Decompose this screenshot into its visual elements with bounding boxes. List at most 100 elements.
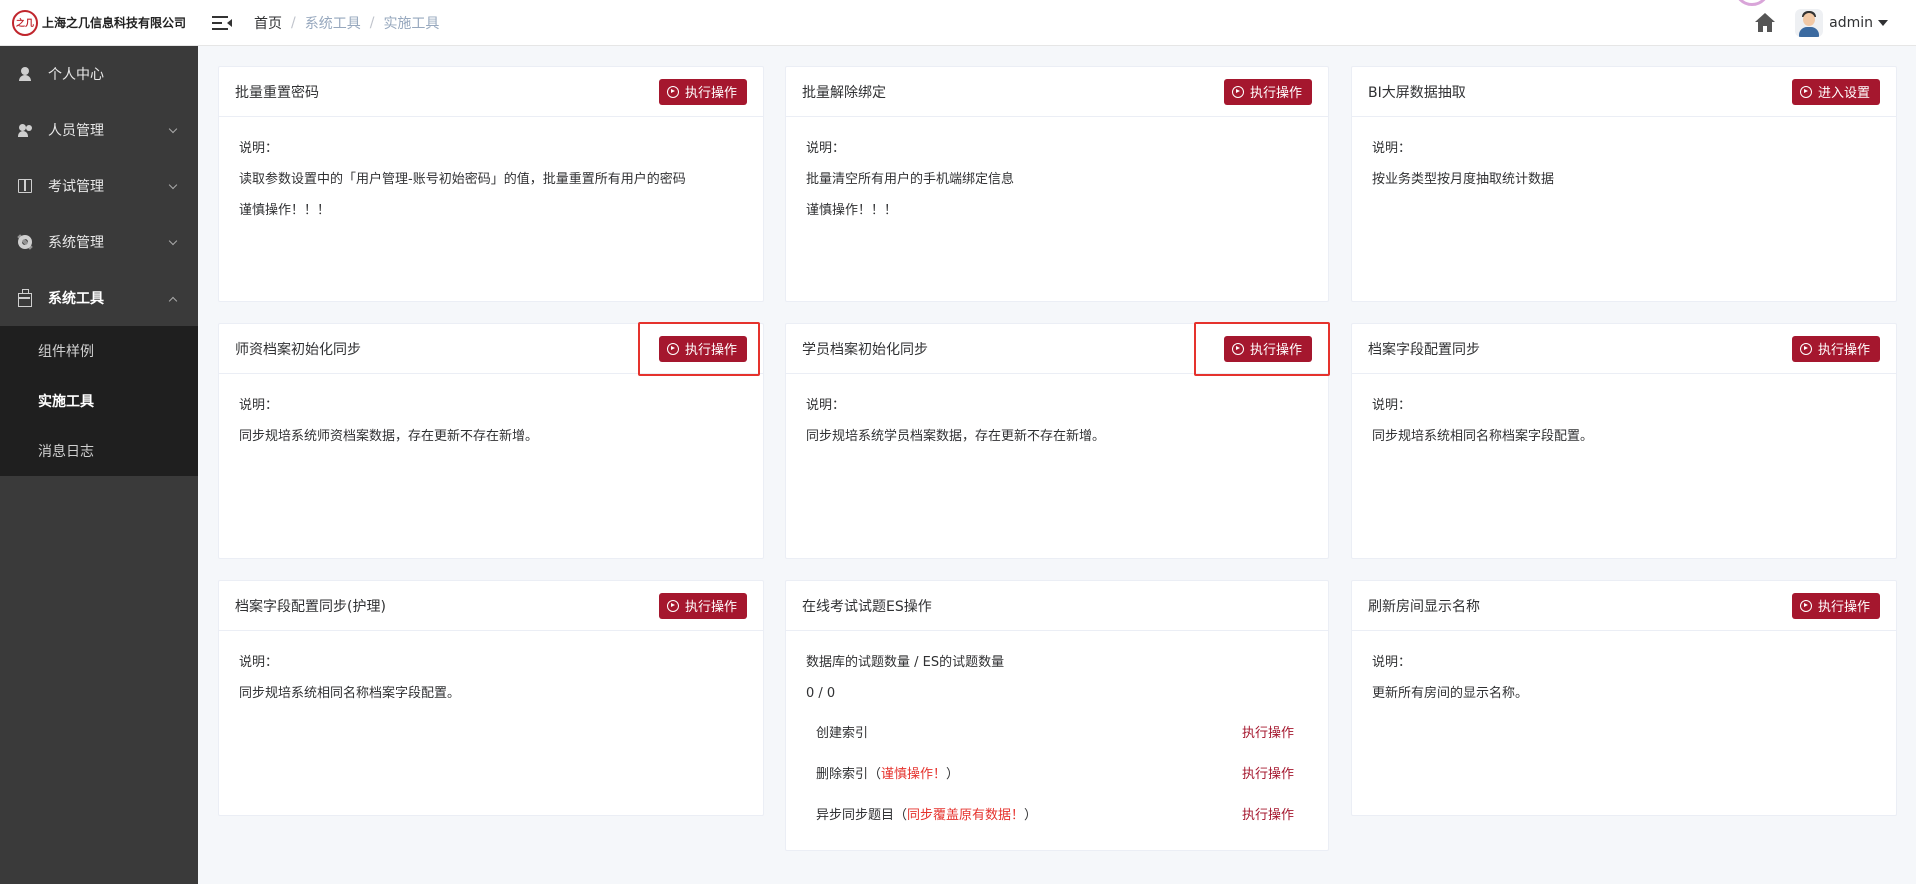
es-label-text: 异步同步题目 — [816, 808, 895, 823]
play-circle-icon — [1231, 85, 1244, 98]
paren-close: ） — [1024, 808, 1038, 823]
sidebar-subitem-implementation-tools[interactable]: 实施工具 — [0, 376, 198, 426]
execute-button[interactable]: 执行操作 — [1791, 335, 1880, 362]
play-circle-icon — [1799, 342, 1812, 355]
paren-open: （ — [868, 767, 882, 782]
execute-link[interactable]: 执行操作 — [1242, 763, 1294, 782]
submenu-system-tools: 组件样例 实施工具 消息日志 — [0, 326, 198, 476]
execute-button[interactable]: 执行操作 — [658, 78, 747, 105]
sidebar-item-label: 个人中心 — [48, 67, 104, 83]
description-label: 说明： — [239, 655, 279, 670]
card-title: 档案字段配置同步(护理) — [235, 598, 386, 615]
description-text: 读取参数设置中的「用户管理-账号初始密码」的值，批量重置所有用户的密码 — [239, 172, 686, 187]
card-unbind: 批量解除绑定 执行操作 说明： 批量清空所有用户的手机端绑定信息 谨慎操作！！！ — [785, 66, 1329, 302]
button-label: 执行操作 — [1817, 600, 1870, 615]
card-header: 批量重置密码 执行操作 — [219, 67, 763, 117]
toolbox-icon — [18, 289, 32, 307]
button-label: 执行操作 — [684, 600, 737, 615]
card-header: 批量解除绑定 执行操作 — [786, 67, 1328, 117]
description-label: 说明： — [1372, 655, 1412, 670]
es-row-create-index: 创建索引 执行操作 — [806, 711, 1308, 752]
sidebar-item-personnel[interactable]: 人员管理 — [0, 102, 198, 158]
description-label: 说明： — [806, 141, 846, 156]
button-label: 执行操作 — [1249, 86, 1302, 101]
card-body: 说明： 按业务类型按月度抽取统计数据 — [1352, 117, 1896, 211]
card-body: 说明： 同步规培系统相同名称档案字段配置。 — [219, 631, 763, 725]
button-label: 进入设置 — [1817, 86, 1870, 101]
top-header: 之几 上海之几信息科技有限公司 首页 / 系统工具 / 实施工具 admin — [0, 0, 1916, 46]
play-circle-icon — [666, 342, 679, 355]
es-operations-list: 创建索引 执行操作 删除索引（谨慎操作！） 执行操作 异步同步题目（同步覆盖原有… — [806, 711, 1308, 834]
menu-toggle-icon[interactable] — [212, 14, 232, 32]
es-row-async-sync: 异步同步题目（同步覆盖原有数据！） 执行操作 — [806, 793, 1308, 834]
description-label: 说明： — [1372, 398, 1412, 413]
description-label: 说明： — [806, 398, 846, 413]
warning-text: 谨慎操作！！！ — [806, 203, 898, 218]
button-label: 执行操作 — [1249, 343, 1302, 358]
breadcrumb-home[interactable]: 首页 — [254, 13, 282, 33]
card-title: BI大屏数据抽取 — [1368, 84, 1466, 101]
execute-button[interactable]: 执行操作 — [658, 335, 747, 362]
sidebar-item-label: 系统管理 — [48, 235, 104, 251]
caret-down-icon[interactable] — [1878, 20, 1888, 26]
description-text: 批量清空所有用户的手机端绑定信息 — [806, 172, 1015, 187]
es-row-delete-index: 删除索引（谨慎操作！） 执行操作 — [806, 752, 1308, 793]
card-header: 刷新房间显示名称 执行操作 — [1352, 581, 1896, 631]
home-icon[interactable] — [1755, 13, 1776, 33]
card-title: 档案字段配置同步 — [1368, 341, 1480, 358]
card-header: 在线考试试题ES操作 — [786, 581, 1328, 631]
card-body: 数据库的试题数量 / ES的试题数量 0 / 0 创建索引 执行操作 删除索引（… — [786, 631, 1328, 838]
description-text: 同步规培系统相同名称档案字段配置。 — [239, 686, 461, 701]
execute-button[interactable]: 执行操作 — [1223, 78, 1312, 105]
play-circle-icon — [1231, 342, 1244, 355]
play-circle-icon — [666, 85, 679, 98]
users-icon — [18, 123, 32, 137]
count-value: 0 / 0 — [806, 686, 836, 701]
card-bi-extract: BI大屏数据抽取 进入设置 说明： 按业务类型按月度抽取统计数据 — [1351, 66, 1897, 302]
user-name[interactable]: admin — [1829, 15, 1873, 31]
description-label: 说明： — [239, 398, 279, 413]
description-text: 按业务类型按月度抽取统计数据 — [1372, 172, 1555, 187]
card-header: 学员档案初始化同步 执行操作 — [786, 324, 1328, 374]
sidebar-item-personal-center[interactable]: 个人中心 — [0, 46, 198, 102]
sidebar: 个人中心 人员管理 考试管理 系统管理 系统工具 组件样例 实施工具 消息日志 — [0, 46, 198, 884]
card-header: 档案字段配置同步 执行操作 — [1352, 324, 1896, 374]
settings-button[interactable]: 进入设置 — [1791, 78, 1880, 105]
breadcrumb-system-tools[interactable]: 系统工具 — [305, 13, 361, 33]
execute-button[interactable]: 执行操作 — [1223, 335, 1312, 362]
sidebar-subitem-message-log[interactable]: 消息日志 — [0, 426, 198, 476]
button-label: 执行操作 — [684, 86, 737, 101]
chevron-down-icon — [168, 180, 178, 190]
card-body: 说明： 同步规培系统师资档案数据，存在更新不存在新增。 — [219, 374, 763, 468]
card-exam-es-operation: 在线考试试题ES操作 数据库的试题数量 / ES的试题数量 0 / 0 创建索引… — [785, 580, 1329, 851]
play-circle-icon — [1799, 599, 1812, 612]
sidebar-item-system[interactable]: 系统管理 — [0, 214, 198, 270]
execute-button[interactable]: 执行操作 — [1791, 592, 1880, 619]
breadcrumb-separator: / — [291, 14, 296, 31]
description-label: 说明： — [1372, 141, 1412, 156]
logo[interactable]: 之几 上海之几信息科技有限公司 — [0, 0, 198, 46]
sidebar-item-system-tools[interactable]: 系统工具 — [0, 270, 198, 326]
card-body: 说明： 更新所有房间的显示名称。 — [1352, 631, 1896, 725]
card-header: 师资档案初始化同步 执行操作 — [219, 324, 763, 374]
logo-mark: 之几 — [12, 9, 38, 36]
es-label-text: 删除索引 — [816, 767, 869, 782]
card-title: 批量重置密码 — [235, 84, 319, 101]
execute-button[interactable]: 执行操作 — [658, 592, 747, 619]
sidebar-item-exam[interactable]: 考试管理 — [0, 158, 198, 214]
warning-text: 同步覆盖原有数据！ — [907, 808, 1025, 823]
card-title: 在线考试试题ES操作 — [802, 598, 932, 615]
description-text: 同步规培系统学员档案数据，存在更新不存在新增。 — [806, 429, 1106, 444]
es-row-label: 删除索引（谨慎操作！） — [816, 763, 959, 782]
avatar[interactable] — [1795, 9, 1824, 37]
card-body: 说明： 批量清空所有用户的手机端绑定信息 谨慎操作！！！ — [786, 117, 1328, 242]
breadcrumb: 首页 / 系统工具 / 实施工具 — [254, 13, 439, 33]
execute-link[interactable]: 执行操作 — [1242, 722, 1294, 741]
card-body: 说明： 同步规培系统学员档案数据，存在更新不存在新增。 — [786, 374, 1328, 468]
card-reset-password: 批量重置密码 执行操作 说明： 读取参数设置中的「用户管理-账号初始密码」的值，… — [218, 66, 764, 302]
execute-link[interactable]: 执行操作 — [1242, 804, 1294, 823]
warning-text: 谨慎操作！ — [881, 767, 947, 782]
breadcrumb-separator: / — [369, 14, 375, 31]
card-archive-field-sync: 档案字段配置同步 执行操作 说明： 同步规培系统相同名称档案字段配置。 — [1351, 323, 1897, 559]
sidebar-subitem-component-samples[interactable]: 组件样例 — [0, 326, 198, 376]
